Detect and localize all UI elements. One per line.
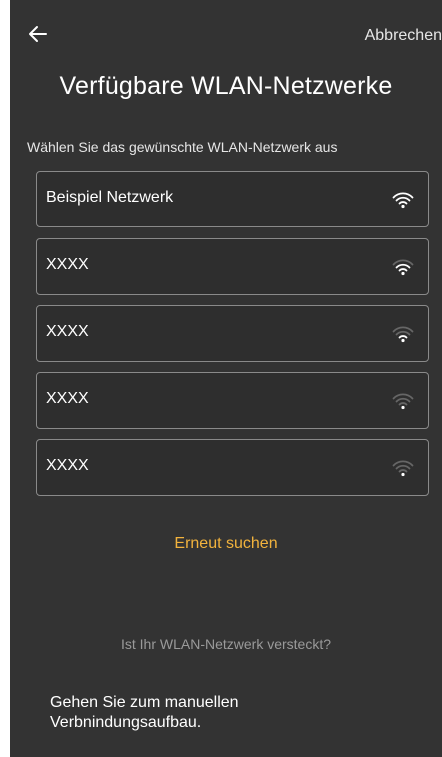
cancel-button[interactable]: Abbrechen <box>365 27 442 45</box>
network-list: Beispiel Netzwerk XXXX XXXX XXXX XXXX <box>36 171 429 506</box>
wifi-signal-icon <box>392 393 414 410</box>
manual-setup-link[interactable]: Gehen Sie zum manuellen Verbnindungsaufb… <box>50 693 310 733</box>
wifi-signal-icon <box>392 460 414 477</box>
network-name: XXXX <box>46 457 89 474</box>
rescan-button[interactable]: Erneut suchen <box>10 535 442 553</box>
network-name: XXXX <box>46 323 89 340</box>
page-subtitle: Wählen Sie das gewünschte WLAN-Netzwerk … <box>27 139 338 155</box>
network-item[interactable]: XXXX <box>36 238 429 295</box>
wifi-selection-screen: Abbrechen Verfügbare WLAN-Netzwerke Wähl… <box>10 0 442 757</box>
wifi-signal-icon <box>392 259 414 276</box>
network-name: XXXX <box>46 390 89 407</box>
network-item[interactable]: XXXX <box>36 372 429 429</box>
arrow-left-icon <box>29 26 47 42</box>
back-button[interactable] <box>26 22 50 46</box>
page-title: Verfügbare WLAN-Netzwerke <box>59 72 393 100</box>
network-name: XXXX <box>46 256 89 273</box>
network-item[interactable]: Beispiel Netzwerk <box>36 171 429 227</box>
wifi-signal-icon <box>392 192 414 209</box>
network-name: Beispiel Netzwerk <box>46 189 174 206</box>
network-item[interactable]: XXXX <box>36 305 429 362</box>
wifi-signal-icon <box>392 326 414 343</box>
hidden-network-question: Ist Ihr WLAN-Netzwerk versteckt? <box>120 636 332 652</box>
network-item[interactable]: XXXX <box>36 439 429 496</box>
